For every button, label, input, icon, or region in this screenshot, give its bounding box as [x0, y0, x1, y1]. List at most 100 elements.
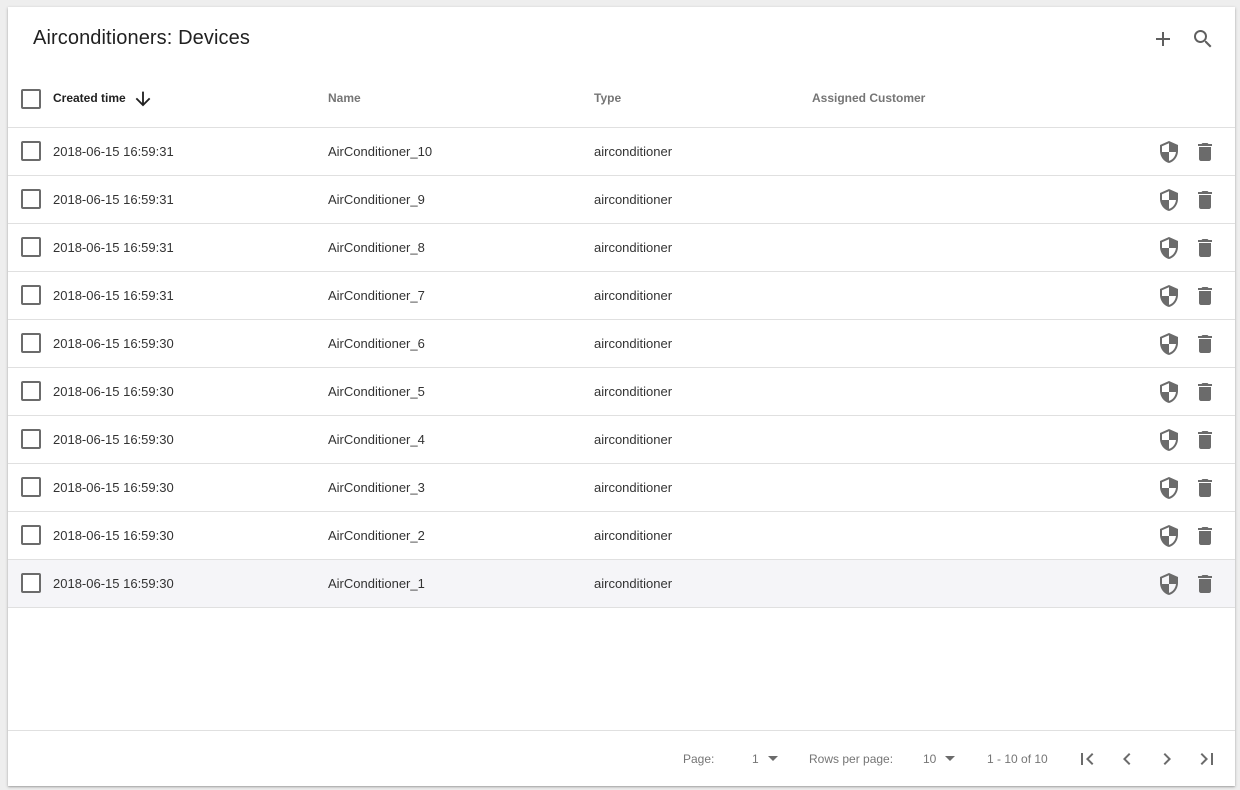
row-checkbox[interactable] [21, 141, 41, 161]
cell-created-time: 2018-06-15 16:59:31 [53, 192, 174, 207]
cell-name: AirConditioner_7 [328, 288, 425, 303]
range-text: 1 - 10 of 10 [987, 752, 1048, 766]
shield-icon [1160, 477, 1178, 499]
select-all-checkbox[interactable] [21, 89, 41, 109]
delete-device-button[interactable] [1193, 140, 1217, 164]
table-row[interactable]: 2018-06-15 16:59:31 AirConditioner_9 airco… [8, 176, 1235, 224]
row-checkbox[interactable] [21, 333, 41, 353]
trash-icon [1198, 335, 1212, 353]
add-device-button[interactable] [1147, 23, 1179, 55]
cell-created-time: 2018-06-15 16:59:31 [53, 288, 174, 303]
cell-type: airconditioner [594, 576, 673, 591]
delete-device-button[interactable] [1193, 188, 1217, 212]
table-row[interactable]: 2018-06-15 16:59:30 AirConditioner_2 airco… [8, 512, 1235, 560]
delete-device-button[interactable] [1193, 284, 1217, 308]
shield-icon [1160, 333, 1178, 355]
delete-device-button[interactable] [1193, 236, 1217, 260]
pagination-bar: Page: 1 Rows per page: 10 1 - 10 of 10 [8, 730, 1235, 786]
row-checkbox[interactable] [21, 573, 41, 593]
trash-icon [1198, 239, 1212, 257]
cell-type: airconditioner [594, 240, 673, 255]
cell-type: airconditioner [594, 480, 673, 495]
row-checkbox[interactable] [21, 285, 41, 305]
rows-per-page-select[interactable]: 10 [923, 752, 956, 766]
delete-device-button[interactable] [1193, 332, 1217, 356]
cell-type: airconditioner [594, 144, 673, 159]
cell-name: AirConditioner_2 [328, 528, 425, 543]
page-title: Airconditioners: Devices [33, 27, 250, 49]
rows-per-page-value: 10 [923, 752, 937, 766]
cell-name: AirConditioner_1 [328, 576, 425, 591]
table-row[interactable]: 2018-06-15 16:59:30 AirConditioner_6 airco… [8, 320, 1235, 368]
row-checkbox[interactable] [21, 237, 41, 257]
assign-to-customer-button[interactable] [1157, 476, 1181, 500]
row-checkbox[interactable] [21, 477, 41, 497]
cell-name: AirConditioner_9 [328, 192, 425, 207]
assign-to-customer-button[interactable] [1157, 140, 1181, 164]
trash-icon [1198, 143, 1212, 161]
arrow-down-icon[interactable] [132, 88, 154, 110]
cell-name: AirConditioner_4 [328, 432, 425, 447]
row-checkbox[interactable] [21, 381, 41, 401]
delete-device-button[interactable] [1193, 524, 1217, 548]
table-row[interactable]: 2018-06-15 16:59:31 AirConditioner_10 airc… [8, 128, 1235, 176]
table-row[interactable]: 2018-06-15 16:59:31 AirConditioner_7 airco… [8, 272, 1235, 320]
next-page-button[interactable] [1155, 747, 1179, 771]
row-checkbox[interactable] [21, 429, 41, 449]
shield-icon [1160, 141, 1178, 163]
last-page-icon [1200, 753, 1213, 765]
trash-icon [1198, 479, 1212, 497]
assign-to-customer-button[interactable] [1157, 284, 1181, 308]
table-header: Created time Name Type Assigned Customer [8, 71, 1235, 128]
assign-to-customer-button[interactable] [1157, 332, 1181, 356]
assign-to-customer-button[interactable] [1157, 572, 1181, 596]
delete-device-button[interactable] [1193, 428, 1217, 452]
table-row[interactable]: 2018-06-15 16:59:30 AirConditioner_1 airco… [8, 560, 1235, 608]
column-header-created-time[interactable]: Created time [53, 91, 126, 105]
shield-icon [1160, 189, 1178, 211]
table-row[interactable]: 2018-06-15 16:59:30 AirConditioner_4 airco… [8, 416, 1235, 464]
cell-type: airconditioner [594, 288, 673, 303]
trash-icon [1198, 431, 1212, 449]
previous-page-button[interactable] [1115, 747, 1139, 771]
cell-created-time: 2018-06-15 16:59:30 [53, 576, 174, 591]
column-header-type[interactable]: Type [594, 91, 621, 105]
assign-to-customer-button[interactable] [1157, 380, 1181, 404]
cell-created-time: 2018-06-15 16:59:30 [53, 480, 174, 495]
devices-card: Airconditioners: Devices Created time Na… [8, 7, 1235, 786]
cell-type: airconditioner [594, 336, 673, 351]
assign-to-customer-button[interactable] [1157, 524, 1181, 548]
trash-icon [1198, 383, 1212, 401]
shield-icon [1160, 381, 1178, 403]
table-row[interactable]: 2018-06-15 16:59:30 AirConditioner_3 airco… [8, 464, 1235, 512]
first-page-icon [1081, 753, 1094, 765]
column-header-name[interactable]: Name [328, 91, 361, 105]
shield-icon [1160, 573, 1178, 595]
cell-name: AirConditioner_8 [328, 240, 425, 255]
table-row[interactable]: 2018-06-15 16:59:30 AirConditioner_5 airco… [8, 368, 1235, 416]
chevron-right-icon [1163, 753, 1171, 765]
search-icon [1194, 30, 1212, 48]
table-row[interactable]: 2018-06-15 16:59:31 AirConditioner_8 airco… [8, 224, 1235, 272]
row-checkbox[interactable] [21, 189, 41, 209]
shield-icon [1160, 429, 1178, 451]
shield-icon [1160, 285, 1178, 307]
delete-device-button[interactable] [1193, 476, 1217, 500]
first-page-button[interactable] [1075, 747, 1099, 771]
assign-to-customer-button[interactable] [1157, 188, 1181, 212]
search-button[interactable] [1187, 23, 1219, 55]
shield-icon [1160, 237, 1178, 259]
assign-to-customer-button[interactable] [1157, 236, 1181, 260]
column-header-assigned-customer[interactable]: Assigned Customer [812, 91, 925, 105]
trash-icon [1198, 191, 1212, 209]
page-label: Page: [683, 752, 715, 766]
delete-device-button[interactable] [1193, 380, 1217, 404]
dropdown-caret-icon [945, 756, 956, 762]
delete-device-button[interactable] [1193, 572, 1217, 596]
cell-type: airconditioner [594, 528, 673, 543]
row-checkbox[interactable] [21, 525, 41, 545]
assign-to-customer-button[interactable] [1157, 428, 1181, 452]
page-select[interactable]: 1 [752, 752, 778, 766]
last-page-button[interactable] [1195, 747, 1219, 771]
cell-name: AirConditioner_5 [328, 384, 425, 399]
